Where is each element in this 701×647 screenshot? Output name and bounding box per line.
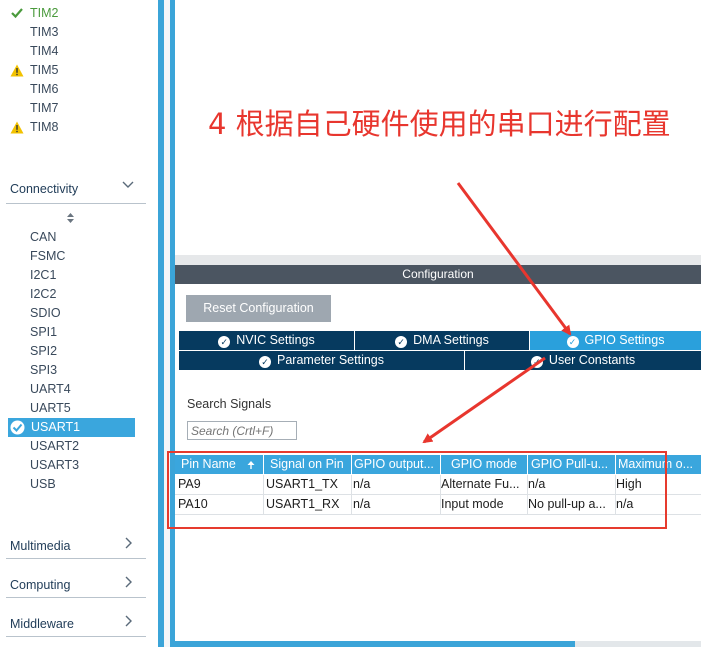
annotation-arrow [422, 356, 546, 444]
annotation-arrows [422, 182, 572, 444]
horizontal-scrollbar-thumb[interactable] [175, 641, 575, 647]
annotation-arrow [456, 182, 572, 336]
horizontal-scrollbar-track[interactable] [575, 641, 701, 647]
